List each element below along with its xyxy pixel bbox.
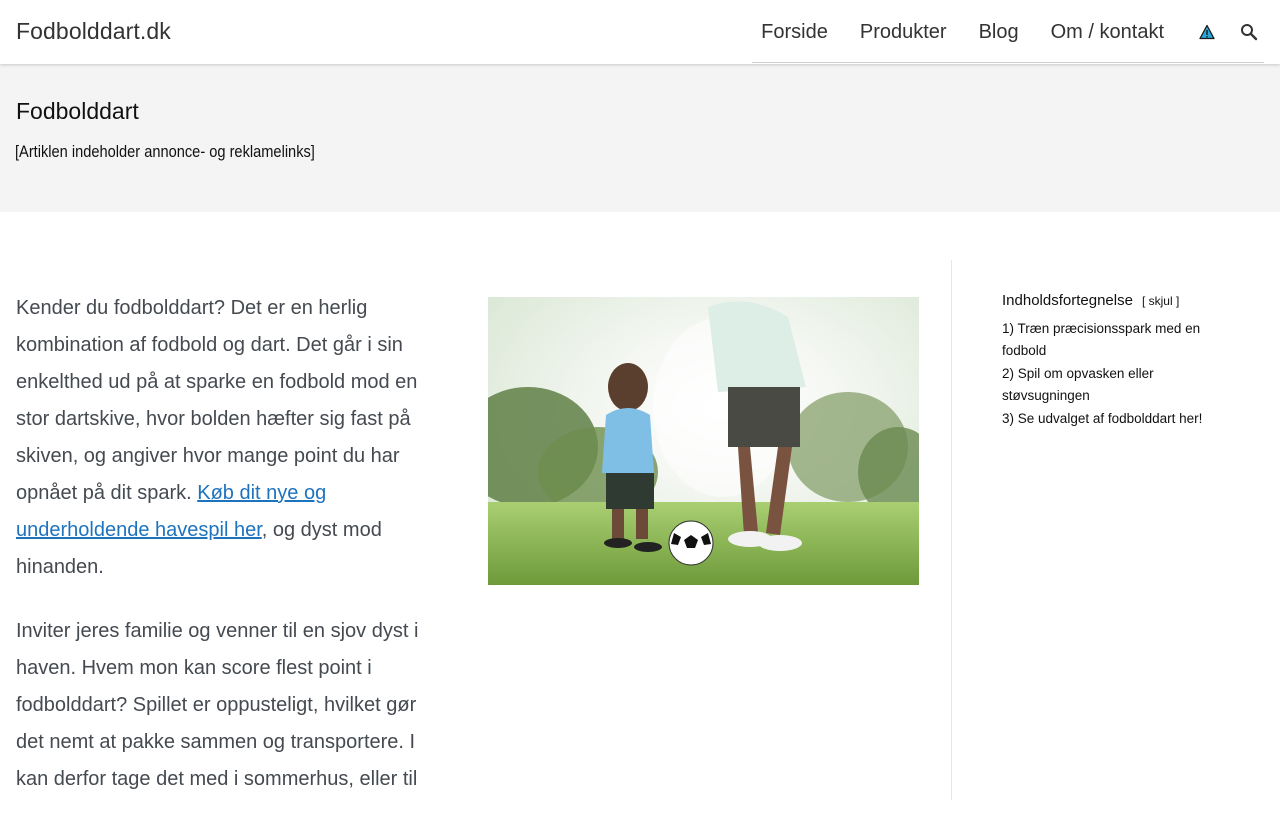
page-hero: Fodbolddart [Artiklen indeholder annonce… <box>0 64 1280 212</box>
nav-item-forside[interactable]: Forside <box>745 0 844 64</box>
toc-link-1[interactable]: Træn præcisionsspark med en fodbold <box>1002 321 1200 358</box>
search-icon[interactable] <box>1234 0 1264 64</box>
article-photo-boy-and-man-football <box>488 297 919 585</box>
ad-disclaimer: [Artiklen indeholder annonce- og reklame… <box>15 142 315 161</box>
toc-item-number: 1) <box>1002 321 1015 336</box>
toc-item-number: 3) <box>1002 411 1015 426</box>
toc-item-2: 2) Spil om opvasken eller støvsugningen <box>1002 363 1242 407</box>
article-paragraph-1: Kender du fodbolddart? Det er en herlig … <box>16 290 436 586</box>
toc-bracket: ] <box>1175 294 1180 308</box>
nav-item-produkter[interactable]: Produkter <box>844 0 963 64</box>
warning-triangle-icon[interactable] <box>1192 0 1222 64</box>
site-brand-link[interactable]: Fodbolddart.dk <box>16 18 171 45</box>
toc-header: Indholdsfortegnelse [ skjul ] <box>1002 292 1242 309</box>
page-title: Fodbolddart <box>16 98 139 124</box>
table-of-contents: Indholdsfortegnelse [ skjul ] 1) Træn pr… <box>1002 292 1242 431</box>
toc-list: 1) Træn præcisionsspark med en fodbold 2… <box>1002 318 1242 430</box>
toc-bracket: [ <box>1141 294 1146 308</box>
paragraph-text: Kender du fodbolddart? Det er en herlig … <box>16 297 418 504</box>
nav-item-om-kontakt[interactable]: Om / kontakt <box>1035 0 1180 64</box>
toc-item-1: 1) Træn præcisionsspark med en fodbold <box>1002 318 1242 362</box>
toc-title: Indholdsfortegnelse <box>1002 292 1133 309</box>
toc-link-2[interactable]: Spil om opvasken eller støvsugningen <box>1002 366 1154 403</box>
sidebar-divider <box>951 260 952 800</box>
article-paragraph-2: Inviter jeres familie og venner til en s… <box>16 620 419 790</box>
toc-toggle: [ skjul ] <box>1142 294 1179 308</box>
toc-item-number: 2) <box>1002 366 1015 381</box>
article-body: Kender du fodbolddart? Det er en herlig … <box>16 290 436 825</box>
toc-item-3: 3) Se udvalget af fodbolddart her! <box>1002 408 1242 430</box>
toc-hide-link[interactable]: skjul <box>1149 294 1173 308</box>
nav-item-blog[interactable]: Blog <box>963 0 1035 64</box>
toc-link-3[interactable]: Se udvalget af fodbolddart her! <box>1018 411 1203 426</box>
main-nav: Forside Produkter Blog Om / kontakt <box>745 0 1264 64</box>
nav-underline <box>752 62 1264 63</box>
site-header: Fodbolddart.dk Forside Produkter Blog Om… <box>0 0 1280 64</box>
